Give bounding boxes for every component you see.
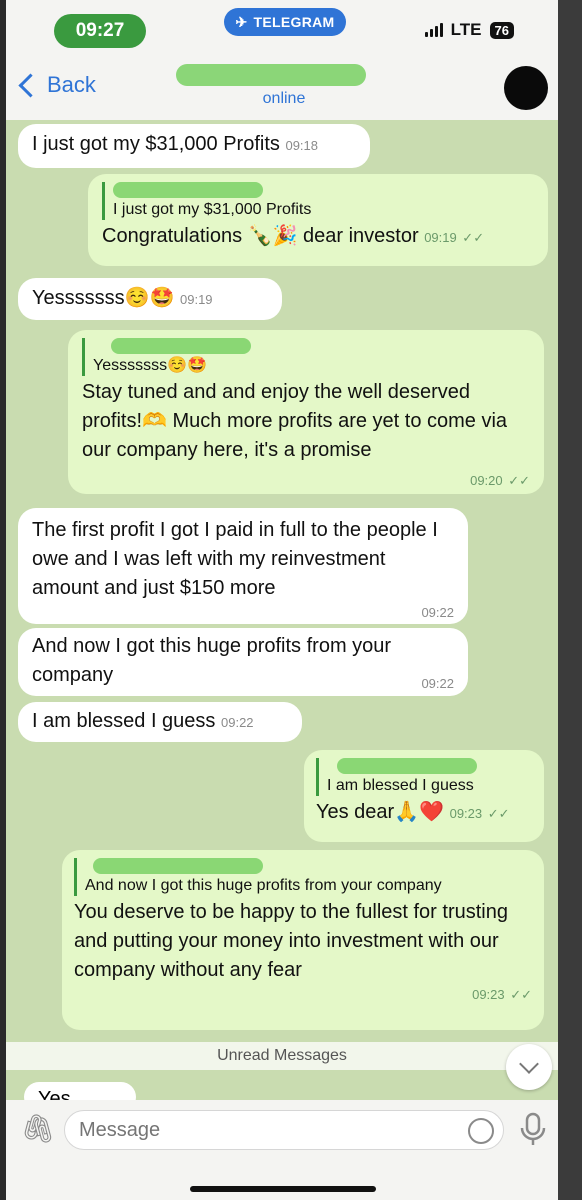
network-label: LTE (450, 20, 482, 39)
read-check-icon: ✓✓ (510, 987, 532, 1002)
message-outgoing[interactable]: I am blessed I guess Yes dear🙏❤️ 09:23 ✓… (304, 750, 544, 842)
home-indicator (190, 1186, 376, 1192)
message-text: You deserve to be happy to the fullest f… (74, 901, 508, 981)
reply-text: I just got my $31,000 Profits (113, 201, 312, 218)
message-time: 09:18 (285, 138, 319, 153)
message-time: 09:23 (449, 806, 483, 821)
read-check-icon: ✓✓ (508, 473, 530, 488)
message-text: I am blessed I guess (32, 710, 216, 732)
read-check-icon: ✓✓ (487, 806, 510, 821)
chevron-left-icon (18, 72, 43, 98)
read-check-icon: ✓✓ (462, 230, 485, 245)
reply-quote[interactable]: I am blessed I guess (316, 758, 532, 796)
chat-area[interactable]: I just got my $31,000 Profits 09:18 I ju… (6, 118, 558, 1108)
chevron-down-icon (519, 1054, 539, 1074)
status-time: 09:27 (54, 14, 146, 48)
message-incoming[interactable]: I just got my $31,000 Profits 09:18 (18, 124, 370, 168)
message-incoming[interactable]: The first profit I got I paid in full to… (18, 508, 468, 624)
signal-icon (424, 23, 443, 37)
message-text: The first profit I got I paid in full to… (32, 519, 438, 599)
status-indicators: LTE 76 (424, 20, 514, 40)
message-incoming[interactable]: I am blessed I guess 09:22 (18, 702, 302, 742)
message-outgoing[interactable]: I just got my $31,000 Profits Congratula… (88, 174, 548, 266)
reply-text: Yesssssss☺️🤩 (93, 357, 207, 374)
telegram-pill-label: TELEGRAM (253, 14, 335, 30)
message-time: 09:22 (421, 676, 454, 691)
telegram-icon: ✈ (235, 13, 248, 30)
reply-text: And now I got this huge profits from you… (85, 877, 442, 894)
phone-screen: 09:27 ✈ TELEGRAM LTE 76 Back online I ju… (6, 0, 558, 1200)
reply-sender (85, 858, 532, 876)
reply-sender (93, 338, 530, 356)
contact-header[interactable]: online (174, 64, 394, 108)
message-input[interactable] (64, 1110, 504, 1150)
reply-quote[interactable]: Yesssssss☺️🤩 (82, 338, 530, 376)
message-time: 09:22 (421, 605, 454, 620)
contact-name (174, 64, 394, 88)
message-time: 09:19 (424, 230, 457, 245)
message-incoming[interactable]: Yesssssss☺️🤩 09:19 (18, 278, 282, 320)
reply-sender (113, 182, 534, 200)
message-outgoing[interactable]: Yesssssss☺️🤩 Stay tuned and and enjoy th… (68, 330, 544, 494)
sticker-icon[interactable] (468, 1118, 494, 1144)
message-text: Stay tuned and and enjoy the well deserv… (82, 381, 508, 461)
microphone-icon[interactable] (518, 1112, 548, 1148)
back-label: Back (47, 72, 96, 97)
reply-sender (327, 758, 532, 776)
message-time: 09:23 (472, 987, 505, 1002)
message-text: Yes dear🙏❤️ (316, 801, 445, 823)
message-time: 09:20 (470, 473, 503, 488)
contact-status: online (262, 90, 306, 107)
message-incoming[interactable]: And now I got this huge profits from you… (18, 628, 468, 696)
scroll-down-button[interactable] (506, 1044, 552, 1090)
background-strip (558, 0, 582, 1200)
reply-text: I am blessed I guess (327, 777, 474, 794)
message-text: Yesssssss☺️🤩 (32, 287, 175, 309)
telegram-pill[interactable]: ✈ TELEGRAM (224, 8, 346, 36)
reply-quote[interactable]: And now I got this huge profits from you… (74, 858, 532, 896)
attach-icon[interactable]: 🖇 (20, 1114, 56, 1144)
reply-quote[interactable]: I just got my $31,000 Profits (102, 182, 534, 220)
message-time: 09:22 (221, 715, 254, 730)
message-time: 09:19 (180, 292, 213, 307)
top-bar: 09:27 ✈ TELEGRAM LTE 76 Back online (6, 0, 558, 120)
message-text: Congratulations 🍾🎉 dear investor (102, 225, 419, 247)
back-button[interactable]: Back (16, 72, 96, 98)
avatar[interactable] (504, 66, 548, 110)
message-text: I just got my $31,000 Profits (32, 133, 280, 155)
unread-divider: Unread Messages (6, 1042, 558, 1070)
battery-icon: 76 (489, 21, 514, 39)
message-outgoing[interactable]: And now I got this huge profits from you… (62, 850, 544, 1030)
composer-bar: 🖇 (6, 1100, 558, 1200)
